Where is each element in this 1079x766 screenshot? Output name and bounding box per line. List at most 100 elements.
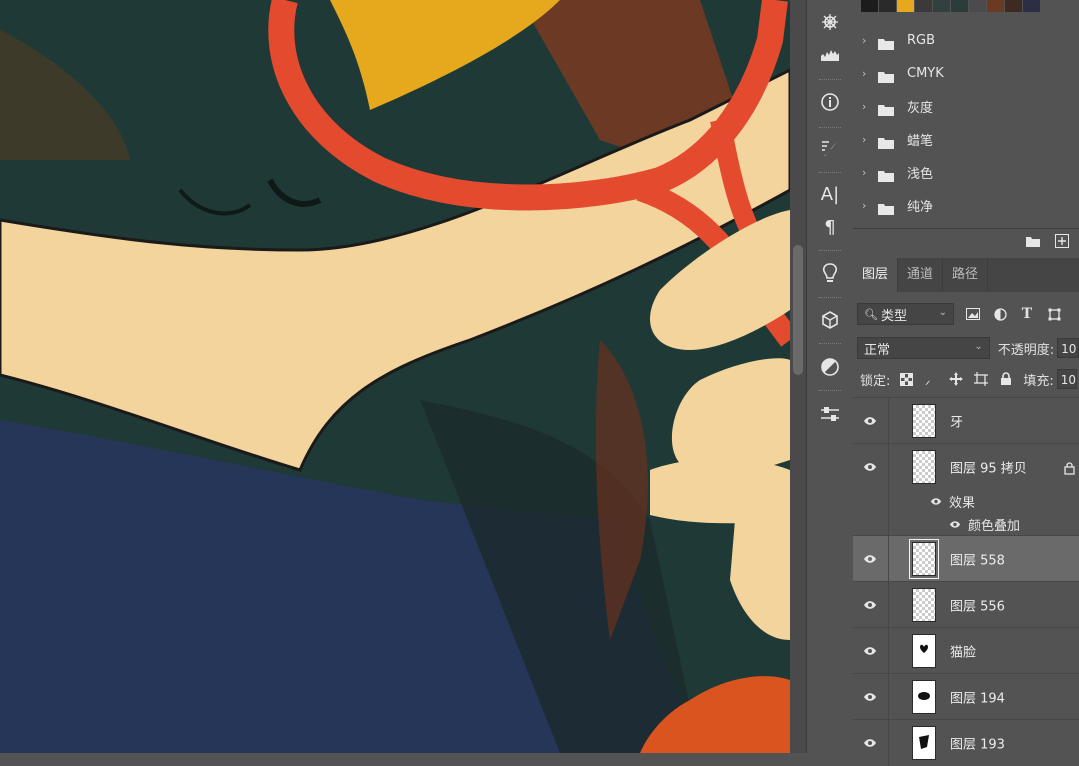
swatch-group-label: 纯净: [907, 200, 934, 215]
search-icon: 🔍︎: [864, 307, 878, 321]
color-swatch[interactable]: [1005, 0, 1022, 12]
properties-sliders-icon[interactable]: [816, 400, 844, 428]
color-swatch[interactable]: [897, 0, 914, 12]
navigator-icon[interactable]: [816, 8, 844, 36]
layer-row[interactable]: 猫脸: [853, 627, 1079, 674]
new-group-folder-icon[interactable]: [1025, 233, 1041, 252]
filter-pixel-layer-icon[interactable]: [965, 306, 981, 322]
visibility-toggle[interactable]: [853, 582, 889, 628]
blend-mode-value: 正常: [864, 342, 891, 358]
tab-paths[interactable]: 路径: [943, 258, 989, 292]
folder-icon: [878, 101, 894, 116]
color-overlay-effect-row[interactable]: 颜色叠加: [853, 513, 1079, 535]
folder-icon: [878, 167, 894, 182]
canvas-scrollbar[interactable]: [790, 0, 806, 753]
swatch-group-cmyk[interactable]: › CMYK: [853, 57, 1079, 90]
layer-row-selected[interactable]: 图层 558: [853, 535, 1079, 582]
panel-group-grip[interactable]: [819, 172, 841, 175]
divider: [853, 228, 1079, 229]
layer-row[interactable]: 图层 194: [853, 673, 1079, 720]
layer-name: 图层 556: [950, 599, 1005, 615]
color-swatch[interactable]: [951, 0, 968, 12]
layer-thumbnail: [912, 726, 936, 760]
layer-row[interactable]: 图层 95 拷贝 效果 颜色叠加: [853, 443, 1079, 536]
panel-group-grip[interactable]: [819, 79, 841, 82]
swatch-group-light[interactable]: › 浅色: [853, 156, 1079, 189]
lock-artboard-icon[interactable]: [973, 371, 989, 387]
swatch-group-rgb[interactable]: › RGB: [853, 24, 1079, 57]
new-swatch-icon[interactable]: [1055, 233, 1069, 252]
canvas-scrollbar-thumb[interactable]: [793, 245, 803, 375]
visibility-toggle[interactable]: [853, 536, 889, 582]
brush-settings-icon[interactable]: [816, 134, 844, 162]
document-canvas[interactable]: [0, 0, 790, 753]
eye-icon[interactable]: [949, 520, 961, 529]
panel-group-grip[interactable]: [819, 297, 841, 300]
layer-row[interactable]: 图层 193: [853, 719, 1079, 766]
color-swatch[interactable]: [915, 0, 932, 12]
panel-group-grip[interactable]: [819, 250, 841, 253]
swatch-group-pastel[interactable]: › 蜡笔: [853, 123, 1079, 156]
swatch-group-label: CMYK: [907, 66, 944, 81]
chevron-right-icon[interactable]: ›: [862, 100, 872, 113]
layer-thumbnail: [912, 680, 936, 714]
lock-position-move-icon[interactable]: [948, 371, 964, 387]
panel-group-grip[interactable]: [819, 390, 841, 393]
paragraph-icon[interactable]: ¶: [816, 213, 844, 241]
color-swatch[interactable]: [879, 0, 896, 12]
layer-row[interactable]: 图层 556: [853, 581, 1079, 628]
color-swatch[interactable]: [933, 0, 950, 12]
chevron-right-icon[interactable]: ›: [862, 133, 872, 146]
chevron-right-icon[interactable]: ›: [862, 67, 872, 80]
adjustments-icon[interactable]: [816, 353, 844, 381]
learn-lightbulb-icon[interactable]: [816, 259, 844, 287]
layer-name: 图层 95 拷贝: [950, 461, 1027, 477]
layer-name: 牙: [950, 415, 964, 431]
chevron-right-icon[interactable]: ›: [862, 166, 872, 179]
visibility-toggle[interactable]: [853, 628, 889, 674]
folder-icon: [878, 68, 894, 83]
opacity-input[interactable]: 10: [1057, 338, 1079, 358]
swatch-group-grayscale[interactable]: › 灰度: [853, 90, 1079, 123]
layer-row[interactable]: 牙: [853, 397, 1079, 444]
chevron-down-icon: ⌄: [974, 341, 983, 352]
chevron-right-icon[interactable]: ›: [862, 34, 872, 47]
layer-thumbnail: [912, 634, 936, 668]
panel-group-grip[interactable]: [819, 343, 841, 346]
layer-name: 猫脸: [950, 645, 977, 661]
chevron-right-icon[interactable]: ›: [862, 199, 872, 212]
tab-layers[interactable]: 图层: [853, 258, 899, 292]
lock-transparent-pixels-icon[interactable]: [898, 371, 914, 387]
visibility-toggle[interactable]: [853, 674, 889, 720]
color-swatch[interactable]: [861, 0, 878, 12]
layer-name: 图层 194: [950, 691, 1005, 707]
swatch-group-label: 浅色: [907, 167, 934, 182]
blend-mode-dropdown[interactable]: 正常 ⌄: [857, 337, 990, 359]
eye-icon[interactable]: [930, 497, 942, 506]
3d-object-icon[interactable]: [816, 306, 844, 334]
color-swatch[interactable]: [1023, 0, 1040, 12]
filter-type-layer-icon[interactable]: T: [1019, 306, 1035, 322]
filter-shape-layer-icon[interactable]: [1046, 306, 1062, 322]
lock-all-icon[interactable]: [998, 371, 1014, 387]
visibility-toggle[interactable]: [853, 398, 889, 444]
swatch-strip: [861, 0, 1040, 12]
fill-input[interactable]: 10: [1056, 369, 1077, 389]
info-icon[interactable]: [816, 88, 844, 116]
tab-channels[interactable]: 通道: [898, 258, 944, 292]
character-icon[interactable]: A|: [816, 180, 844, 208]
layer-thumbnail: [912, 588, 936, 622]
color-swatch[interactable]: [987, 0, 1004, 12]
layer-effects-row[interactable]: 效果: [853, 490, 1079, 512]
filter-adjustment-layer-icon[interactable]: [992, 306, 1008, 322]
visibility-toggle[interactable]: [853, 720, 889, 766]
color-swatch[interactable]: [969, 0, 986, 12]
layers-panel-tabs: 图层 通道 路径: [853, 258, 1079, 292]
layer-thumbnail: [912, 450, 936, 484]
lock-image-pixels-brush-icon[interactable]: [923, 371, 939, 387]
swatch-group-pure[interactable]: › 纯净: [853, 189, 1079, 222]
panel-group-grip[interactable]: [819, 127, 841, 130]
histogram-icon[interactable]: [816, 40, 844, 68]
chevron-down-icon: ⌄: [938, 307, 947, 318]
layer-kind-filter-dropdown[interactable]: 🔍︎ 类型 ⌄: [857, 303, 954, 325]
